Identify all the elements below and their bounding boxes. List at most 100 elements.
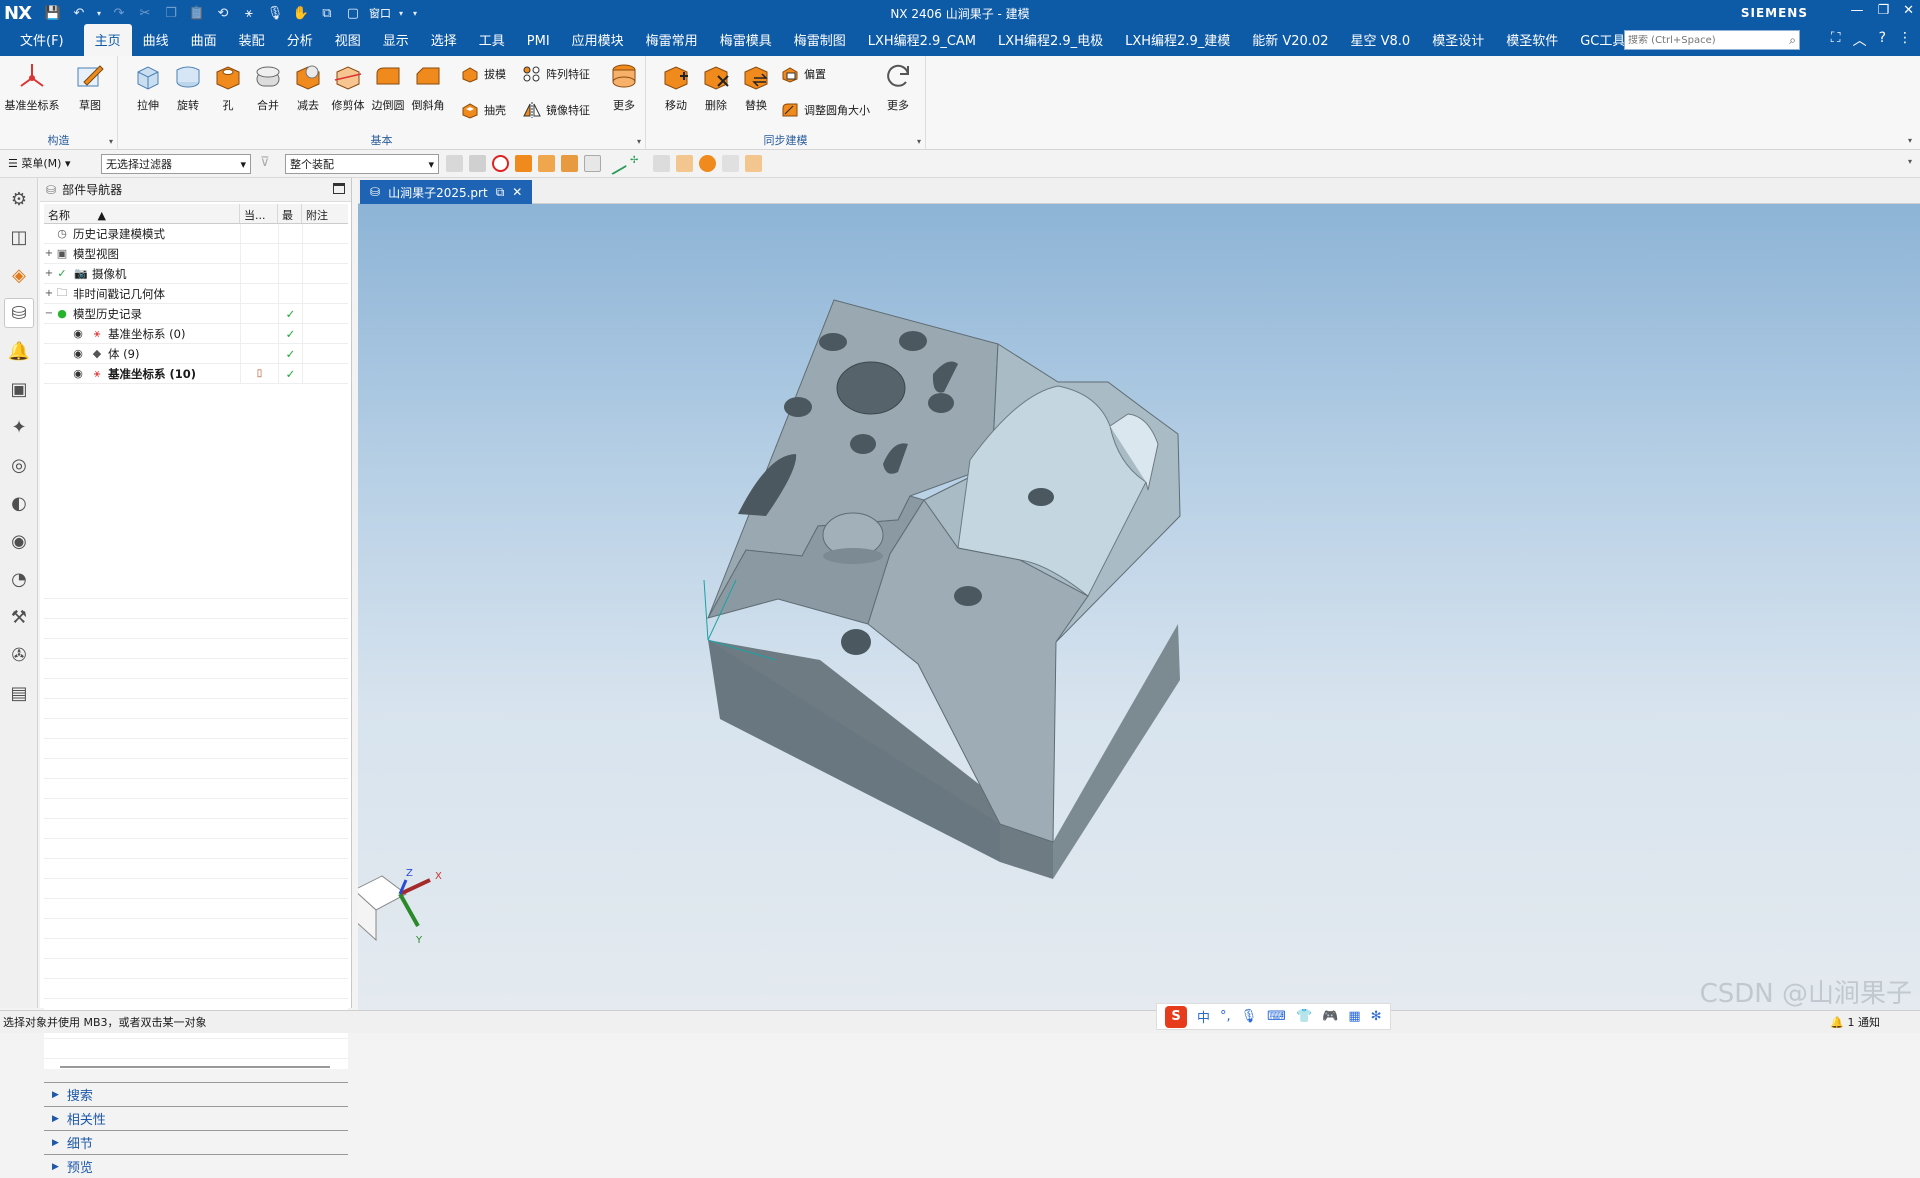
move-face-button[interactable]: 移动: [656, 60, 696, 113]
repeat-command-icon[interactable]: ⟲: [213, 3, 233, 23]
switch-window-icon[interactable]: ⧉: [317, 3, 337, 23]
group-construct-dropdown-icon[interactable]: ▾: [109, 137, 113, 146]
assembly-navigator-icon[interactable]: ◫: [4, 222, 34, 252]
sogou-ime-icon[interactable]: S: [1165, 1005, 1187, 1028]
navigator-row[interactable]: + ✓ 📷 摄像机: [44, 264, 348, 284]
section-dependencies[interactable]: ▶ 相关性: [44, 1106, 348, 1130]
group-basic-dropdown-icon[interactable]: ▾: [637, 137, 641, 146]
curve-rule-icon[interactable]: [603, 151, 628, 176]
unite-button[interactable]: 合并: [248, 60, 288, 113]
group-sync-dropdown-icon[interactable]: ▾: [917, 137, 921, 146]
tab-curve[interactable]: 曲线: [132, 30, 180, 56]
keyboard-icon[interactable]: ⌨: [1267, 1009, 1286, 1024]
tab-home[interactable]: 主页: [83, 24, 132, 56]
section-search[interactable]: ▶ 搜索: [44, 1082, 348, 1106]
section-details[interactable]: ▶ 细节: [44, 1130, 348, 1154]
tab-pmi[interactable]: PMI: [516, 34, 561, 56]
paste-icon[interactable]: 📋: [187, 3, 207, 23]
extrude-button[interactable]: 拉伸: [128, 60, 168, 113]
command-search[interactable]: ⌕: [1624, 30, 1800, 50]
filter-icon[interactable]: ⊽: [260, 155, 270, 170]
undo-dropdown-icon[interactable]: ▾: [95, 3, 103, 23]
part-navigator-icon[interactable]: ⛁: [4, 298, 34, 328]
sketch-button[interactable]: 草图: [70, 60, 110, 113]
skin-icon[interactable]: 👕: [1296, 1009, 1312, 1024]
visibility-eye-icon[interactable]: ◉: [70, 367, 86, 381]
select-feature-icon[interactable]: [561, 155, 578, 172]
tab-analysis[interactable]: 分析: [276, 30, 324, 56]
mirror-feature-button[interactable]: 镜像特征: [522, 100, 590, 120]
process-studio-icon[interactable]: ▤: [4, 678, 34, 708]
graphics-window[interactable]: X Y Z CSDN @山涧果子: [358, 204, 1920, 1010]
minimize-icon[interactable]: —: [1850, 3, 1863, 18]
tab-mosheng-design[interactable]: 模圣设计: [1421, 30, 1495, 56]
replace-face-button[interactable]: 替换: [736, 60, 776, 113]
web-browser-icon[interactable]: ◎: [4, 450, 34, 480]
snap-point-icon[interactable]: ✢: [630, 155, 647, 172]
select-component-icon[interactable]: [584, 155, 601, 172]
sync-more-button[interactable]: 更多: [878, 60, 918, 113]
cut-icon[interactable]: ✂: [135, 3, 155, 23]
menu-button[interactable]: ☰ 菜单(M) ▾: [8, 155, 70, 171]
history-palette-icon[interactable]: ◐: [4, 488, 34, 518]
tab-lxh-modeling[interactable]: LXH编程2.9_建模: [1114, 30, 1241, 56]
part-model[interactable]: X Y Z: [358, 204, 1920, 1010]
deselect-all-icon[interactable]: [492, 155, 509, 172]
punctuation-icon[interactable]: °,: [1220, 1009, 1231, 1024]
expand-toggle-icon[interactable]: +: [44, 288, 54, 299]
tab-select[interactable]: 选择: [420, 30, 468, 56]
highlight-icon[interactable]: [676, 155, 693, 172]
navigator-row[interactable]: ◉ ⚹ 基准坐标系 (10) ▯ ✓: [44, 364, 348, 384]
check-icon[interactable]: ✓: [54, 267, 70, 281]
fullscreen-icon[interactable]: ⛶: [1831, 30, 1841, 50]
trim-body-button[interactable]: 修剪体: [328, 60, 368, 113]
float-window-icon[interactable]: ⧉: [496, 185, 505, 200]
datum-icon[interactable]: ⚹: [239, 3, 259, 23]
body-filter-icon[interactable]: [745, 155, 762, 172]
system-scenes-icon[interactable]: ✇: [4, 640, 34, 670]
collapse-ribbon-icon[interactable]: ︿: [1853, 30, 1867, 50]
command-search-input[interactable]: [1625, 34, 1790, 46]
window-icon[interactable]: ▢: [343, 3, 363, 23]
ime-settings-icon[interactable]: ✻: [1371, 1009, 1382, 1024]
settings-gear-icon[interactable]: ⚙: [4, 184, 34, 214]
ribbon-options-icon[interactable]: ▾: [1908, 136, 1912, 145]
tab-lxh-cam[interactable]: LXH编程2.9_CAM: [857, 30, 987, 56]
shell-button[interactable]: 抽壳: [460, 100, 506, 120]
redo-icon[interactable]: ↷: [109, 3, 129, 23]
quick-pick-icon[interactable]: [653, 155, 670, 172]
navigator-row[interactable]: ◉ ◆ 体 (9) ✓: [44, 344, 348, 364]
visibility-eye-icon[interactable]: ◉: [70, 347, 86, 361]
hole-button[interactable]: 孔: [208, 60, 248, 113]
select-all-icon[interactable]: [446, 155, 463, 172]
touch-mode-icon[interactable]: ✋: [291, 3, 311, 23]
undo-icon[interactable]: ↶: [69, 3, 89, 23]
column-header-name[interactable]: 名称 ▲: [44, 204, 240, 223]
globe-icon[interactable]: ◉: [4, 526, 34, 556]
pattern-feature-button[interactable]: 阵列特征: [522, 64, 590, 84]
roles-icon[interactable]: ⚒: [4, 602, 34, 632]
tab-tools[interactable]: 工具: [468, 30, 516, 56]
expand-toggle-icon[interactable]: −: [44, 308, 54, 319]
tab-xingkong[interactable]: 星空 V8.0: [1339, 30, 1421, 56]
window-dropdown-icon[interactable]: ▾: [397, 3, 405, 23]
datum-csys-button[interactable]: 基准坐标系: [5, 60, 60, 113]
view-select-icon[interactable]: [722, 155, 739, 172]
ime-mic-icon[interactable]: 🎙: [1241, 1009, 1258, 1024]
copy-icon[interactable]: ❐: [161, 3, 181, 23]
save-icon[interactable]: 💾: [43, 3, 63, 23]
hd3d-tools-icon[interactable]: ✦: [4, 412, 34, 442]
expand-toggle-icon[interactable]: +: [44, 248, 54, 259]
more-options-icon[interactable]: ⋮: [1898, 30, 1912, 50]
general-select-icon[interactable]: [469, 155, 486, 172]
tab-assembly[interactable]: 装配: [228, 30, 276, 56]
constraint-navigator-icon[interactable]: ◈: [4, 260, 34, 290]
type-filter-dropdown[interactable]: 无选择过滤器 ▾: [101, 154, 251, 174]
resize-blend-button[interactable]: 调整圆角大小: [780, 100, 870, 120]
customize-qa-icon[interactable]: ▾: [411, 3, 419, 23]
navigator-row[interactable]: ◉ ⚹ 基准坐标系 (0) ✓: [44, 324, 348, 344]
tab-nengxin[interactable]: 能新 V20.02: [1241, 30, 1339, 56]
navigator-row[interactable]: − ● 模型历史记录 ✓: [44, 304, 348, 324]
expand-toggle-icon[interactable]: +: [44, 268, 54, 279]
tab-surface[interactable]: 曲面: [180, 30, 228, 56]
